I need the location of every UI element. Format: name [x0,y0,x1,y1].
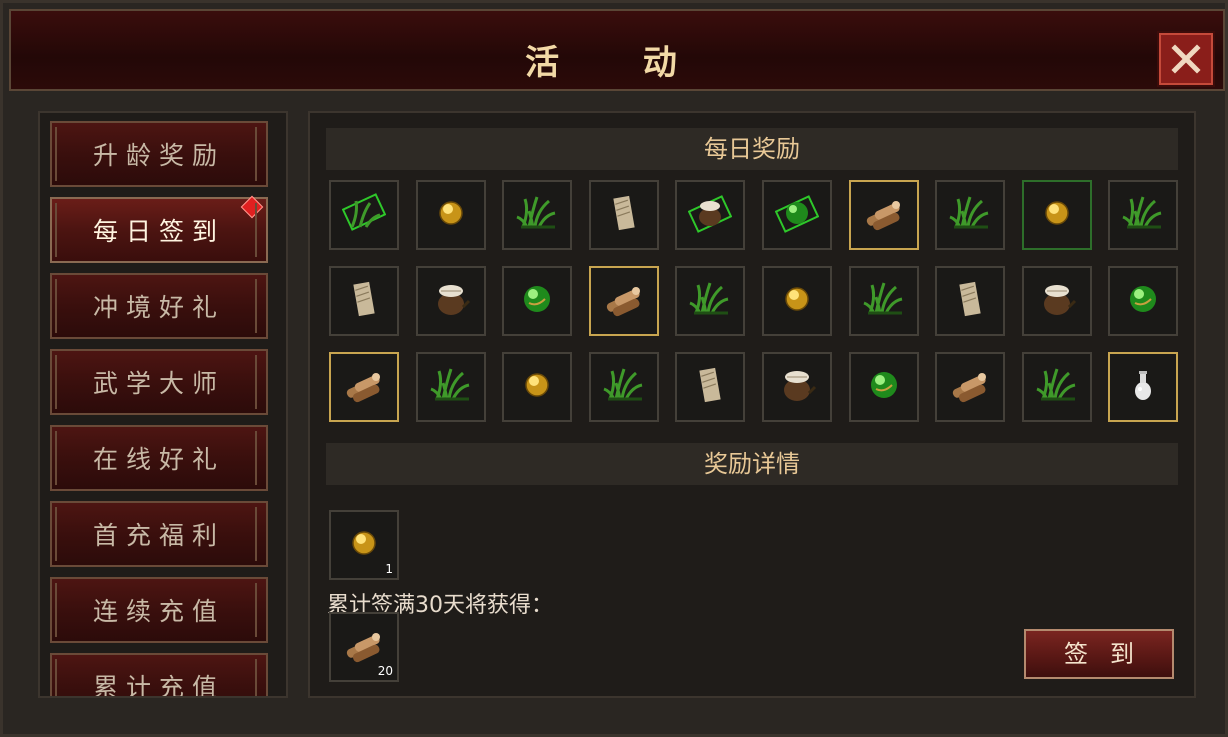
sack-icon [775,363,819,411]
sign-in-button[interactable]: 签到 [1024,629,1174,679]
reward-slot[interactable] [1021,352,1092,422]
grass-ticket-icon [341,191,387,239]
reward-slot[interactable] [1108,180,1179,250]
sack-icon [1035,277,1079,325]
sidebar-tab-7[interactable]: 累计充值 [50,653,268,698]
grass-icon [429,363,473,411]
daily-signin-panel: 每日奖励 奖励详情 1 累计签满30天将获得： 20 签到 [308,111,1196,698]
grass-icon [948,191,992,239]
paper-icon [602,191,646,239]
grass-icon [1121,191,1165,239]
sidebar-tab-label: 冲境好礼 [92,293,225,322]
item-count: 1 [385,562,393,576]
reward-slot[interactable] [1021,180,1092,250]
reward-slot[interactable] [329,352,399,422]
wood-bundle-icon [342,363,386,411]
grass-icon [688,277,732,325]
paper-icon [688,363,732,411]
reward-slot[interactable] [502,180,573,250]
paper-icon [342,277,386,325]
gold-pearl-icon [1035,191,1079,239]
reward-slot[interactable] [762,266,832,336]
reward-slot[interactable] [762,352,832,422]
reward-slot[interactable] [848,352,919,422]
item-count: 20 [377,664,393,678]
reward-slot[interactable] [502,352,573,422]
white-vase-icon [1121,363,1165,411]
reward-slot[interactable] [588,352,659,422]
sidebar-tab-label: 累计充值 [92,673,225,698]
sidebar-tab-4[interactable]: 在线好礼 [50,425,268,491]
grass-icon [515,191,559,239]
sack-icon [429,277,473,325]
window-title: 活 动 [525,43,713,83]
reward-slot[interactable] [1108,352,1179,422]
grass-ticket-sack-icon [688,191,733,239]
reward-slot[interactable] [415,180,486,250]
reward-slot[interactable] [935,266,1006,336]
sidebar-tab-1[interactable]: 每日签到 [50,195,268,263]
close-button[interactable] [1159,33,1213,85]
wood-bundle-icon [602,277,646,325]
reward-slot[interactable] [588,266,659,336]
reward-slot[interactable] [415,266,486,336]
reward-slot[interactable] [762,180,832,250]
sidebar-tab-2[interactable]: 冲境好礼 [50,273,268,339]
reward-slot[interactable] [329,266,399,336]
title-bar: 活 动 [9,9,1225,91]
reward-slot[interactable] [1108,266,1179,336]
sidebar-tab-label: 每日签到 [92,217,225,246]
sidebar-tab-label: 升龄奖励 [92,141,225,170]
reward-detail-header: 奖励详情 [326,443,1178,485]
grass-icon [1035,363,1079,411]
wood-bundle-icon [862,191,906,239]
sidebar-tab-label: 首充福利 [92,521,225,550]
sidebar-tab-label: 连续充值 [92,597,225,626]
reward-slot[interactable] [935,180,1006,250]
activity-window: 活 动 升龄奖励每日签到冲境好礼武学大师在线好礼首充福利连续充值累计充值 每日奖… [0,0,1228,737]
sidebar-tab-6[interactable]: 连续充值 [50,577,268,643]
reward-slot[interactable] [675,266,746,336]
reward-slot[interactable] [675,180,746,250]
cumulative-reward-slot[interactable]: 20 [329,612,399,682]
sidebar-tab-label: 武学大师 [92,369,225,398]
sidebar-tab-5[interactable]: 首充福利 [50,501,268,567]
green-orb-ticket-icon [774,191,820,239]
reward-slot[interactable] [848,266,919,336]
reward-slot[interactable] [502,266,573,336]
reward-slot[interactable] [329,180,399,250]
close-icon [1171,44,1201,74]
detail-reward-slot[interactable]: 1 [329,510,399,580]
sidebar-tab-label: 在线好礼 [92,445,225,474]
green-orb-icon [1121,277,1165,325]
gold-pearl-icon [515,363,559,411]
wood-bundle-icon [948,363,992,411]
grass-icon [862,277,906,325]
sidebar-tab-0[interactable]: 升龄奖励 [50,121,268,187]
grass-icon [602,363,646,411]
reward-slot[interactable] [675,352,746,422]
reward-slot[interactable] [935,352,1006,422]
gold-pearl-icon [429,191,473,239]
red-diamond-badge-icon [240,195,264,219]
green-orb-icon [515,277,559,325]
reward-slot[interactable] [588,180,659,250]
activity-sidebar: 升龄奖励每日签到冲境好礼武学大师在线好礼首充福利连续充值累计充值 [38,111,288,698]
gold-pearl-icon [342,521,386,569]
paper-icon [948,277,992,325]
reward-slot[interactable] [415,352,486,422]
reward-slot[interactable] [1021,266,1092,336]
daily-rewards-header: 每日奖励 [326,128,1178,170]
sidebar-tab-3[interactable]: 武学大师 [50,349,268,415]
green-orb-icon [862,363,906,411]
gold-pearl-icon [775,277,819,325]
reward-slot[interactable] [848,180,919,250]
